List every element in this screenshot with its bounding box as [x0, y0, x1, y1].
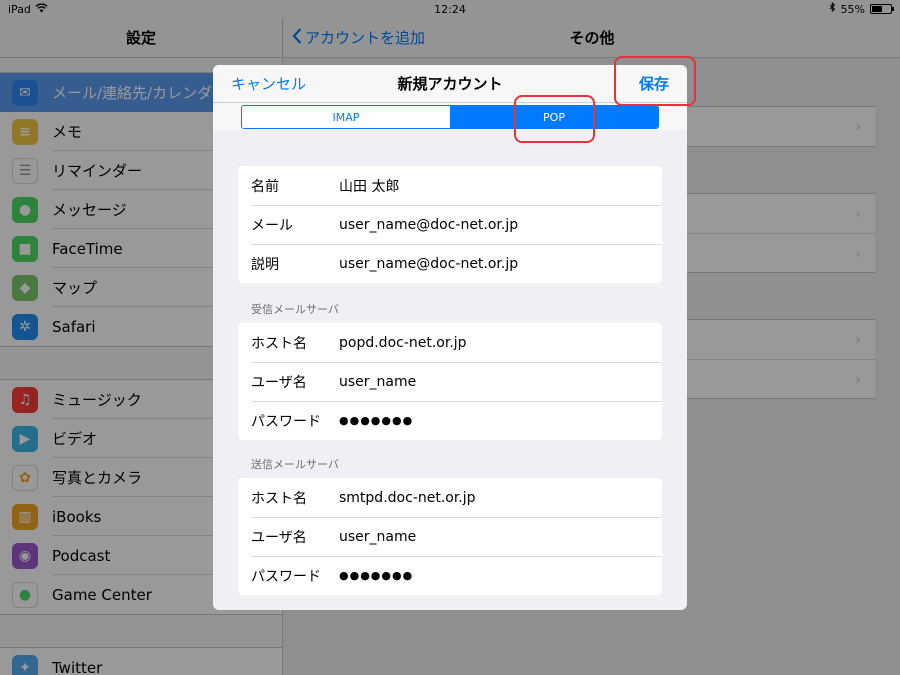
save-button-highlight	[614, 56, 696, 106]
incoming-host-row[interactable]: ホスト名 popd.doc-net.or.jp	[238, 323, 662, 362]
outgoing-host-label: ホスト名	[251, 490, 307, 507]
incoming-username-label: ユーザ名	[251, 374, 307, 391]
outgoing-password-row[interactable]: パスワード ●●●●●●●	[238, 556, 662, 595]
outgoing-host-field[interactable]: smtpd.doc-net.or.jp	[339, 490, 662, 506]
outgoing-server-header: 送信メールサーバ	[251, 458, 339, 471]
protocol-segmented-control: IMAP POP	[241, 105, 659, 129]
incoming-server-group: ホスト名 popd.doc-net.or.jp ユーザ名 user_name パ…	[238, 323, 662, 440]
description-row[interactable]: 説明 user_name@doc-net.or.jp	[238, 244, 662, 283]
outgoing-host-row[interactable]: ホスト名 smtpd.doc-net.or.jp	[238, 478, 662, 517]
email-field[interactable]: user_name@doc-net.or.jp	[339, 217, 662, 233]
segment-wrap: IMAP POP	[213, 103, 687, 130]
new-account-modal: キャンセル 新規アカウント 保存 IMAP POP 名前 山田 太郎 メール u…	[213, 65, 687, 610]
incoming-username-row[interactable]: ユーザ名 user_name	[238, 362, 662, 401]
outgoing-password-field[interactable]: ●●●●●●●	[339, 569, 662, 582]
outgoing-username-label: ユーザ名	[251, 529, 307, 546]
incoming-password-label: パスワード	[251, 413, 321, 430]
description-label: 説明	[251, 256, 279, 273]
name-row[interactable]: 名前 山田 太郎	[238, 166, 662, 205]
incoming-host-label: ホスト名	[251, 335, 307, 352]
incoming-host-field[interactable]: popd.doc-net.or.jp	[339, 335, 662, 351]
cancel-button[interactable]: キャンセル	[231, 73, 306, 94]
name-field[interactable]: 山田 太郎	[339, 176, 662, 196]
description-field[interactable]: user_name@doc-net.or.jp	[339, 256, 662, 272]
name-label: 名前	[251, 178, 279, 195]
email-row[interactable]: メール user_name@doc-net.or.jp	[238, 205, 662, 244]
outgoing-username-row[interactable]: ユーザ名 user_name	[238, 517, 662, 556]
pop-segment-highlight	[514, 95, 595, 143]
segment-imap[interactable]: IMAP	[242, 106, 450, 128]
outgoing-username-field[interactable]: user_name	[339, 529, 662, 545]
incoming-server-header: 受信メールサーバ	[251, 303, 339, 316]
email-label: メール	[251, 217, 293, 234]
account-info-group: 名前 山田 太郎 メール user_name@doc-net.or.jp 説明 …	[238, 166, 662, 283]
outgoing-password-label: パスワード	[251, 568, 321, 585]
incoming-username-field[interactable]: user_name	[339, 374, 662, 390]
outgoing-server-group: ホスト名 smtpd.doc-net.or.jp ユーザ名 user_name …	[238, 478, 662, 595]
incoming-password-row[interactable]: パスワード ●●●●●●●	[238, 401, 662, 440]
incoming-password-field[interactable]: ●●●●●●●	[339, 414, 662, 427]
